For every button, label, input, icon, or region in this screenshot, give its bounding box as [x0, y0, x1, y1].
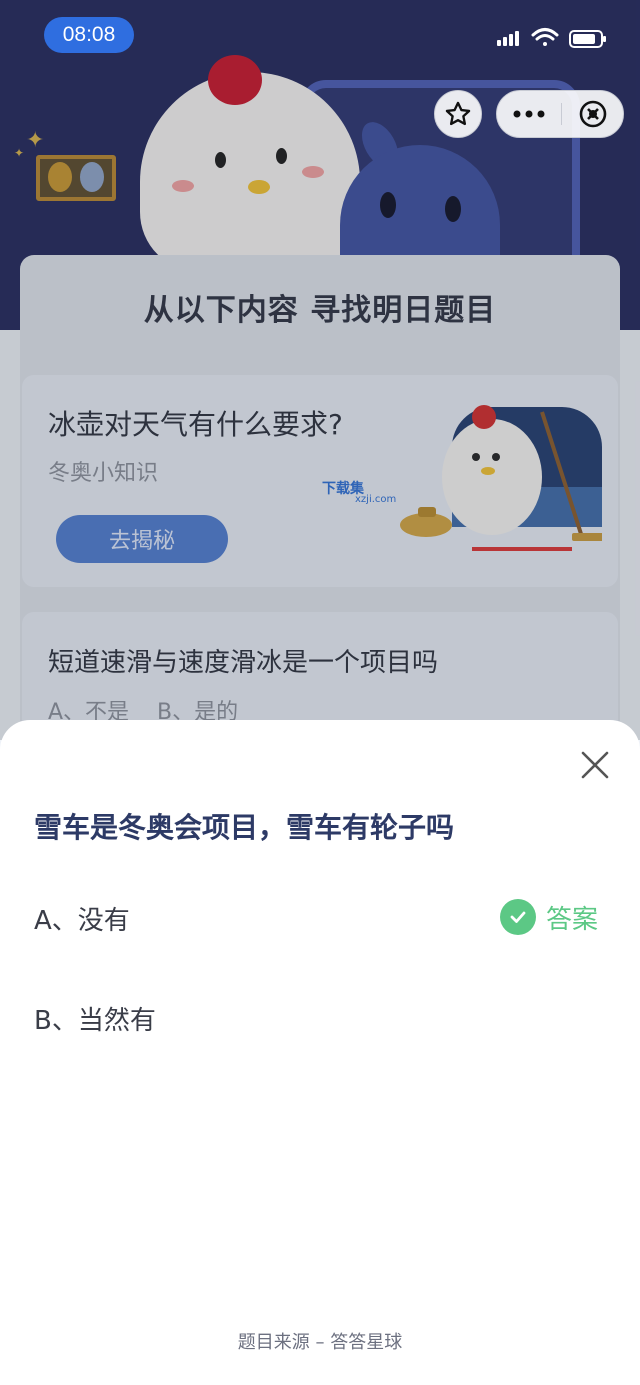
battery-icon — [569, 30, 606, 48]
more-button[interactable] — [497, 91, 561, 137]
exit-button[interactable] — [562, 91, 624, 137]
source-footer: 题目来源 – 答答星球 — [237, 1332, 403, 1353]
signal-icon — [497, 31, 519, 46]
question-card-curling[interactable]: 冰壶对天气有什么要求? 冬奥小知识 去揭秘 — [22, 375, 618, 587]
chick-eye — [215, 152, 226, 168]
reveal-button[interactable]: 去揭秘 — [56, 515, 228, 563]
answer-label: 答案 — [546, 904, 599, 935]
close-circle-icon — [579, 100, 607, 128]
star-icon — [445, 101, 471, 126]
close-icon[interactable] — [578, 748, 612, 782]
check-icon — [500, 899, 536, 935]
sparkle-icon: ✦ — [14, 146, 25, 160]
answer-badge: 答案 — [500, 898, 598, 936]
more-icon — [513, 110, 545, 118]
favorite-button[interactable] — [434, 90, 482, 138]
blob-eye — [445, 196, 461, 222]
curling-chick-illustration — [400, 405, 602, 551]
miniprogram-capsule — [496, 90, 624, 138]
chick-beak — [248, 180, 270, 194]
watermark-url: xzji.com — [355, 494, 397, 505]
card-title: 短道速滑与速度滑冰是一个项目吗 — [48, 648, 439, 678]
status-icons — [497, 28, 606, 48]
chick-eye — [276, 148, 287, 164]
chick-comb — [208, 55, 262, 105]
question-text: 雪车是冬奥会项目，雪车有轮子吗 — [34, 811, 455, 844]
wifi-icon — [531, 28, 559, 46]
silver-medal-icon — [80, 162, 104, 192]
blob-eye — [380, 192, 396, 218]
gold-medal-icon — [48, 162, 72, 192]
sparkle-icon: ✦ — [26, 128, 45, 153]
option-b[interactable]: B、当然有 — [34, 1000, 156, 1037]
chick-cheek — [172, 180, 194, 192]
option-a[interactable]: A、没有 — [34, 900, 130, 937]
section-title: 从以下内容 寻找明日题目 — [143, 293, 497, 328]
chick-cheek — [302, 166, 324, 178]
card-subtitle: 冬奥小知识 — [48, 461, 159, 486]
status-time: 08:08 — [44, 17, 134, 53]
card-title: 冰壶对天气有什么要求? — [48, 408, 343, 441]
